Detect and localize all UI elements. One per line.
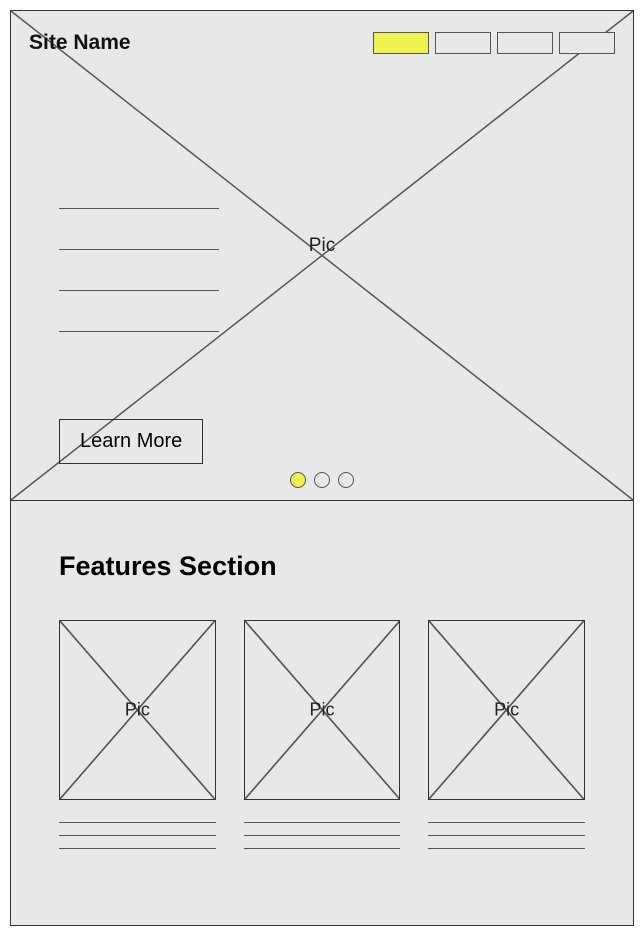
nav-item-1[interactable]	[373, 32, 429, 54]
carousel-dot-2[interactable]	[314, 472, 330, 488]
site-name: Site Name	[29, 31, 131, 55]
text-line	[59, 208, 219, 209]
text-line	[244, 848, 401, 849]
nav-menu	[373, 32, 615, 54]
text-line	[59, 835, 216, 836]
feature-card: Pic	[59, 620, 216, 861]
text-line	[59, 331, 219, 332]
feature-cards: Pic Pic	[59, 620, 585, 861]
feature-image-label: Pic	[494, 700, 519, 721]
text-line	[59, 848, 216, 849]
learn-more-button[interactable]: Learn More	[59, 419, 203, 464]
text-line	[428, 835, 585, 836]
nav-item-4[interactable]	[559, 32, 615, 54]
hero-section: Site Name Pic Learn More	[11, 11, 633, 501]
nav-item-3[interactable]	[497, 32, 553, 54]
text-line	[428, 848, 585, 849]
feature-card: Pic	[244, 620, 401, 861]
feature-image-label: Pic	[125, 700, 150, 721]
text-line	[59, 822, 216, 823]
text-line	[59, 290, 219, 291]
feature-image-label: Pic	[309, 700, 334, 721]
text-line	[244, 835, 401, 836]
carousel-dot-3[interactable]	[338, 472, 354, 488]
hero-text-placeholder	[59, 208, 219, 372]
nav-item-2[interactable]	[435, 32, 491, 54]
feature-image-placeholder: Pic	[428, 620, 585, 800]
text-line	[244, 822, 401, 823]
carousel-dots	[290, 472, 354, 488]
feature-card: Pic	[428, 620, 585, 861]
hero-image-label: Pic	[309, 235, 335, 257]
text-line	[428, 822, 585, 823]
carousel-dot-1[interactable]	[290, 472, 306, 488]
features-section: Features Section Pic	[11, 501, 633, 925]
header: Site Name	[11, 11, 633, 55]
page-wireframe: Site Name Pic Learn More Features Sectio…	[10, 10, 634, 926]
feature-image-placeholder: Pic	[59, 620, 216, 800]
features-heading: Features Section	[59, 551, 585, 582]
text-line	[59, 249, 219, 250]
feature-image-placeholder: Pic	[244, 620, 401, 800]
